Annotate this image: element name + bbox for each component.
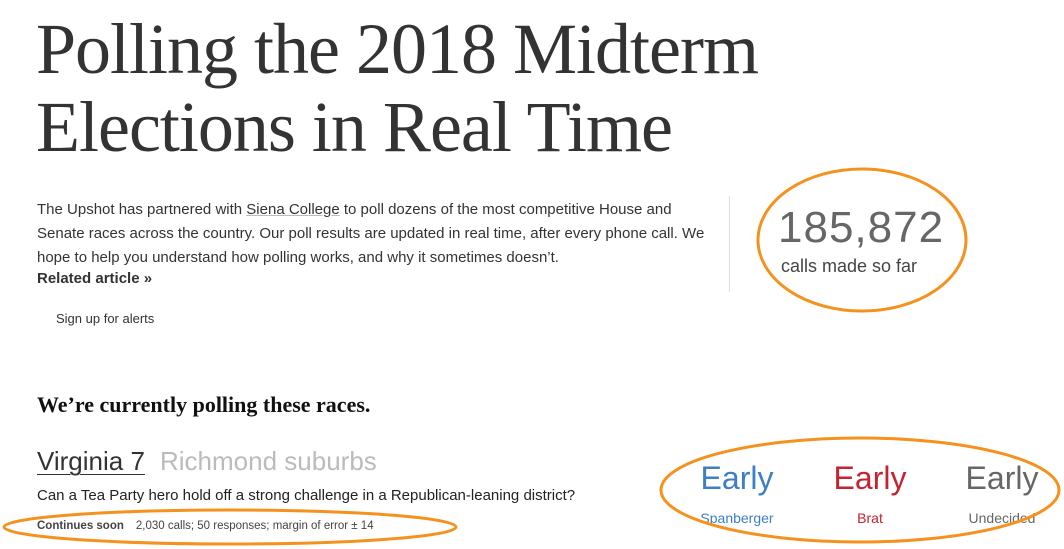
candidate-name: Spanberger — [700, 510, 774, 526]
candidate-name: Undecided — [968, 510, 1036, 526]
candidate-estimate: Early — [700, 460, 774, 496]
race-region: Richmond suburbs — [160, 446, 377, 476]
siena-college-link[interactable]: Siena College — [246, 201, 339, 218]
candidate-spanberger: Early Spanberger — [667, 458, 807, 526]
candidate-estimate: Early — [833, 460, 907, 496]
divider — [729, 196, 730, 292]
calls-label: calls made so far — [781, 256, 918, 276]
race-question: Can a Tea Party hero hold off a strong c… — [37, 487, 576, 504]
candidate-undecided: Early Undecided — [932, 458, 1064, 526]
section-title: We’re currently polling these races. — [37, 392, 371, 417]
race-status: Continues soon — [37, 520, 124, 532]
intro-text-start: The Upshot has partnered with — [37, 201, 247, 218]
candidate-name: Brat — [857, 510, 883, 526]
race-name-link[interactable]: Virginia 7 — [37, 446, 145, 477]
calls-count: 185,872 — [778, 203, 945, 252]
signup-alerts-button[interactable]: Sign up for alerts — [56, 311, 154, 326]
intro-paragraph: The Upshot has partnered with Siena Coll… — [37, 198, 707, 270]
candidate-estimate: Early — [965, 460, 1039, 496]
race-meta: Continues soon 2,030 calls; 50 responses;… — [37, 520, 374, 532]
related-article-link[interactable]: Related article » — [37, 270, 152, 287]
race-details: 2,030 calls; 50 responses; margin of err… — [135, 520, 374, 532]
candidate-brat: Early Brat — [800, 458, 940, 526]
page-title: Polling the 2018 Midterm Elections in Re… — [36, 9, 759, 167]
